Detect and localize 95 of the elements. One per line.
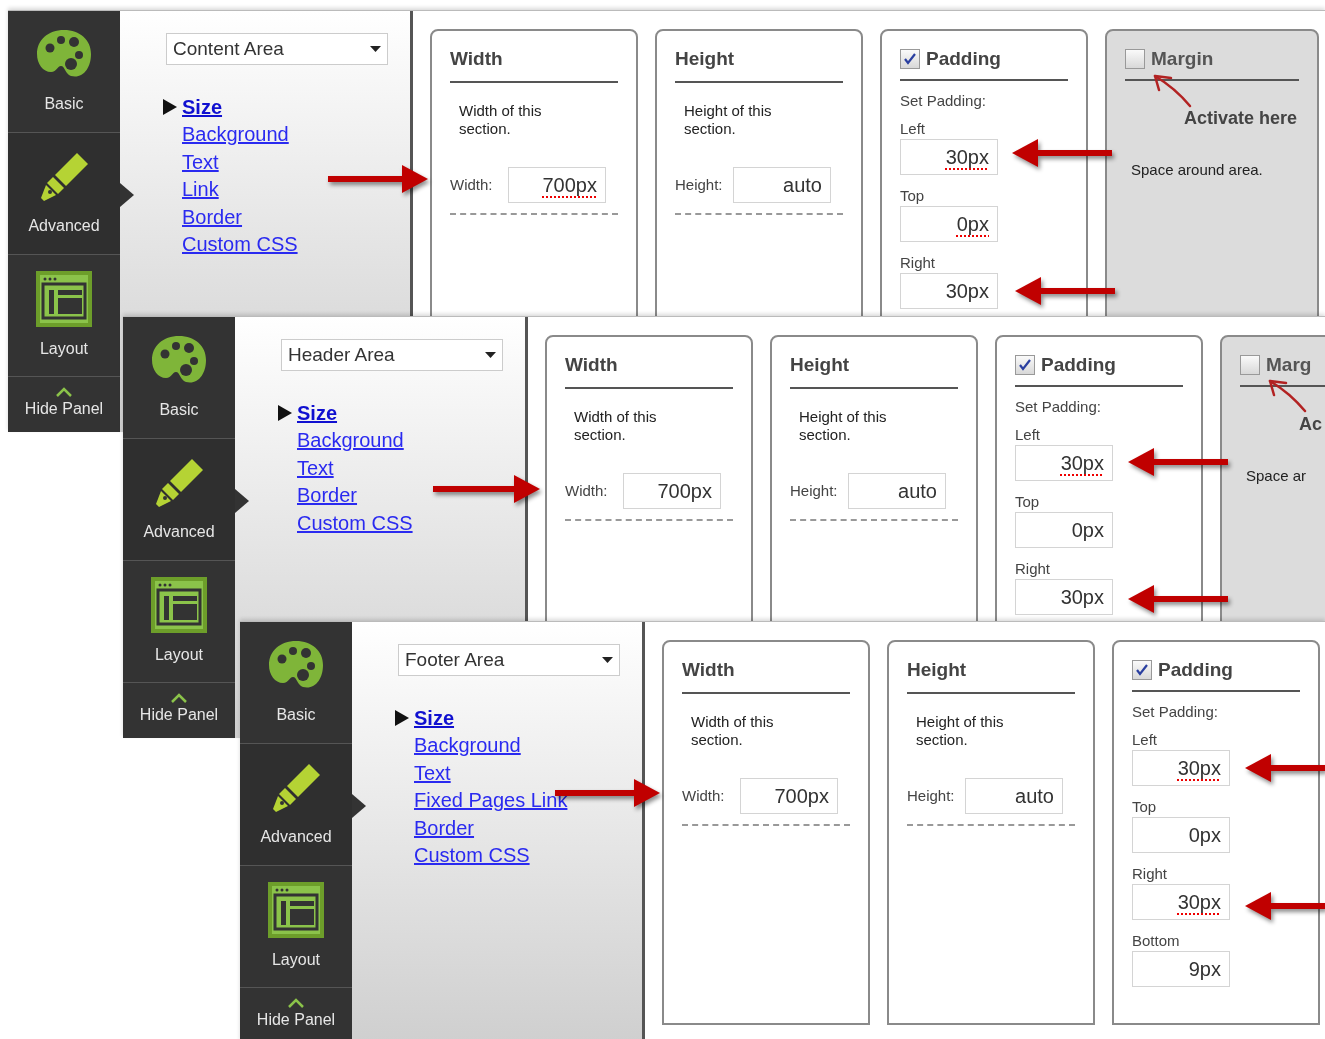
area-dropdown[interactable]: Header Area [281, 339, 503, 371]
caret-icon [485, 352, 496, 358]
card-subtitle: Set Padding: [900, 92, 987, 110]
section-link[interactable]: Text [414, 760, 451, 785]
chevron-up-icon [287, 998, 305, 1008]
caret-icon [370, 46, 381, 52]
section-link[interactable]: Border [297, 483, 358, 508]
checkbox[interactable] [900, 49, 920, 69]
section-link[interactable]: Size [182, 94, 223, 119]
section-link[interactable]: Size [297, 400, 338, 425]
field-label: Right [1015, 560, 1051, 578]
field-label: Left [1015, 426, 1041, 444]
pointer-icon [278, 404, 292, 421]
input-field[interactable]: 0px [1132, 817, 1230, 853]
card-title: Padding [1041, 353, 1116, 377]
field-label: Bottom [1132, 932, 1180, 950]
card-title: Margin [1151, 47, 1214, 71]
checkbox[interactable] [1015, 355, 1035, 375]
input-field[interactable]: 30px [900, 139, 998, 175]
input-field[interactable]: 30px [1015, 579, 1113, 615]
field-label: Height: [675, 174, 724, 195]
sidebar-tab[interactable]: Advanced [8, 133, 120, 255]
caret-icon [602, 657, 613, 663]
card-description: Height of this section. [683, 102, 773, 138]
card-description: Width of this section. [573, 408, 658, 444]
layout-icon [151, 576, 207, 633]
section-link[interactable]: Border [414, 815, 475, 840]
field-label: Top [1132, 798, 1157, 816]
card-description: Width of this section. [458, 102, 543, 138]
field-label: Top [900, 187, 925, 205]
card-description: Space ar [1246, 467, 1308, 485]
checkbox[interactable] [1240, 355, 1260, 375]
card-title: Padding [1158, 658, 1233, 682]
section-link[interactable]: Background [414, 733, 521, 758]
input-field[interactable]: 30px [1132, 884, 1230, 920]
checkbox[interactable] [1132, 660, 1152, 680]
section-link[interactable]: Custom CSS [297, 510, 413, 535]
card-title: Marg [1266, 353, 1312, 377]
field-label: Left [900, 120, 926, 138]
card-description: Space around area. [1131, 161, 1264, 179]
card-title: Height [790, 353, 958, 389]
field-label: Height: [790, 480, 839, 501]
section-link[interactable]: Custom CSS [182, 232, 298, 257]
field-label: Right [1132, 865, 1168, 883]
input-field[interactable]: 0px [900, 206, 998, 242]
card-title: Height [675, 47, 843, 83]
card-subtitle: Set Padding: [1132, 703, 1219, 721]
field-label: Right [900, 254, 936, 272]
card-description: Width of this section. [690, 713, 775, 749]
sidebar-tab[interactable]: Advanced [240, 744, 352, 866]
input-field[interactable]: auto [733, 167, 831, 203]
section-link[interactable]: Size [414, 705, 455, 730]
section-link[interactable]: Background [297, 428, 404, 453]
input-field[interactable]: 700px [740, 778, 838, 814]
checkbox[interactable] [1125, 49, 1145, 69]
input-field[interactable]: 30px [1015, 445, 1113, 481]
card-title: Width [565, 353, 733, 389]
card-title: Width [450, 47, 618, 83]
pointer-icon [163, 98, 177, 115]
area-dropdown[interactable]: Content Area [166, 33, 388, 65]
input-field[interactable]: 700px [508, 167, 606, 203]
layout-icon [268, 881, 324, 938]
chevron-up-icon [170, 693, 188, 703]
section-link[interactable]: Border [182, 204, 243, 229]
input-field[interactable]: auto [965, 778, 1063, 814]
input-field[interactable]: 9px [1132, 951, 1230, 987]
input-field[interactable]: 700px [623, 473, 721, 509]
layout-icon [36, 270, 92, 327]
card-description: Height of this section. [798, 408, 888, 444]
annotation-text: Ac [1299, 413, 1323, 435]
input-field[interactable]: 30px [900, 273, 998, 309]
input-field[interactable]: 0px [1015, 512, 1113, 548]
card-title: Padding [926, 47, 1001, 71]
input-field[interactable]: 30px [1132, 750, 1230, 786]
area-dropdown[interactable]: Footer Area [398, 644, 620, 676]
field-label: Width: [450, 174, 494, 195]
section-link[interactable]: Background [182, 122, 289, 147]
annotation-text: Activate here [1184, 107, 1299, 129]
field-label: Width: [682, 785, 726, 806]
input-field[interactable]: auto [848, 473, 946, 509]
field-label: Width: [565, 480, 609, 501]
card-title: Height [907, 658, 1075, 694]
section-link[interactable]: Link [182, 177, 219, 202]
card-description: Height of this section. [915, 713, 1005, 749]
section-link[interactable]: Text [297, 455, 334, 480]
section-link[interactable]: Text [182, 149, 219, 174]
card-subtitle: Set Padding: [1015, 398, 1102, 416]
field-label: Height: [907, 785, 956, 806]
field-label: Left [1132, 731, 1158, 749]
card-title: Width [682, 658, 850, 694]
pointer-icon [395, 709, 409, 726]
sidebar-tab[interactable]: Advanced [123, 439, 235, 561]
chevron-up-icon [55, 387, 73, 397]
field-label: Top [1015, 493, 1040, 511]
section-link[interactable]: Custom CSS [414, 843, 530, 868]
